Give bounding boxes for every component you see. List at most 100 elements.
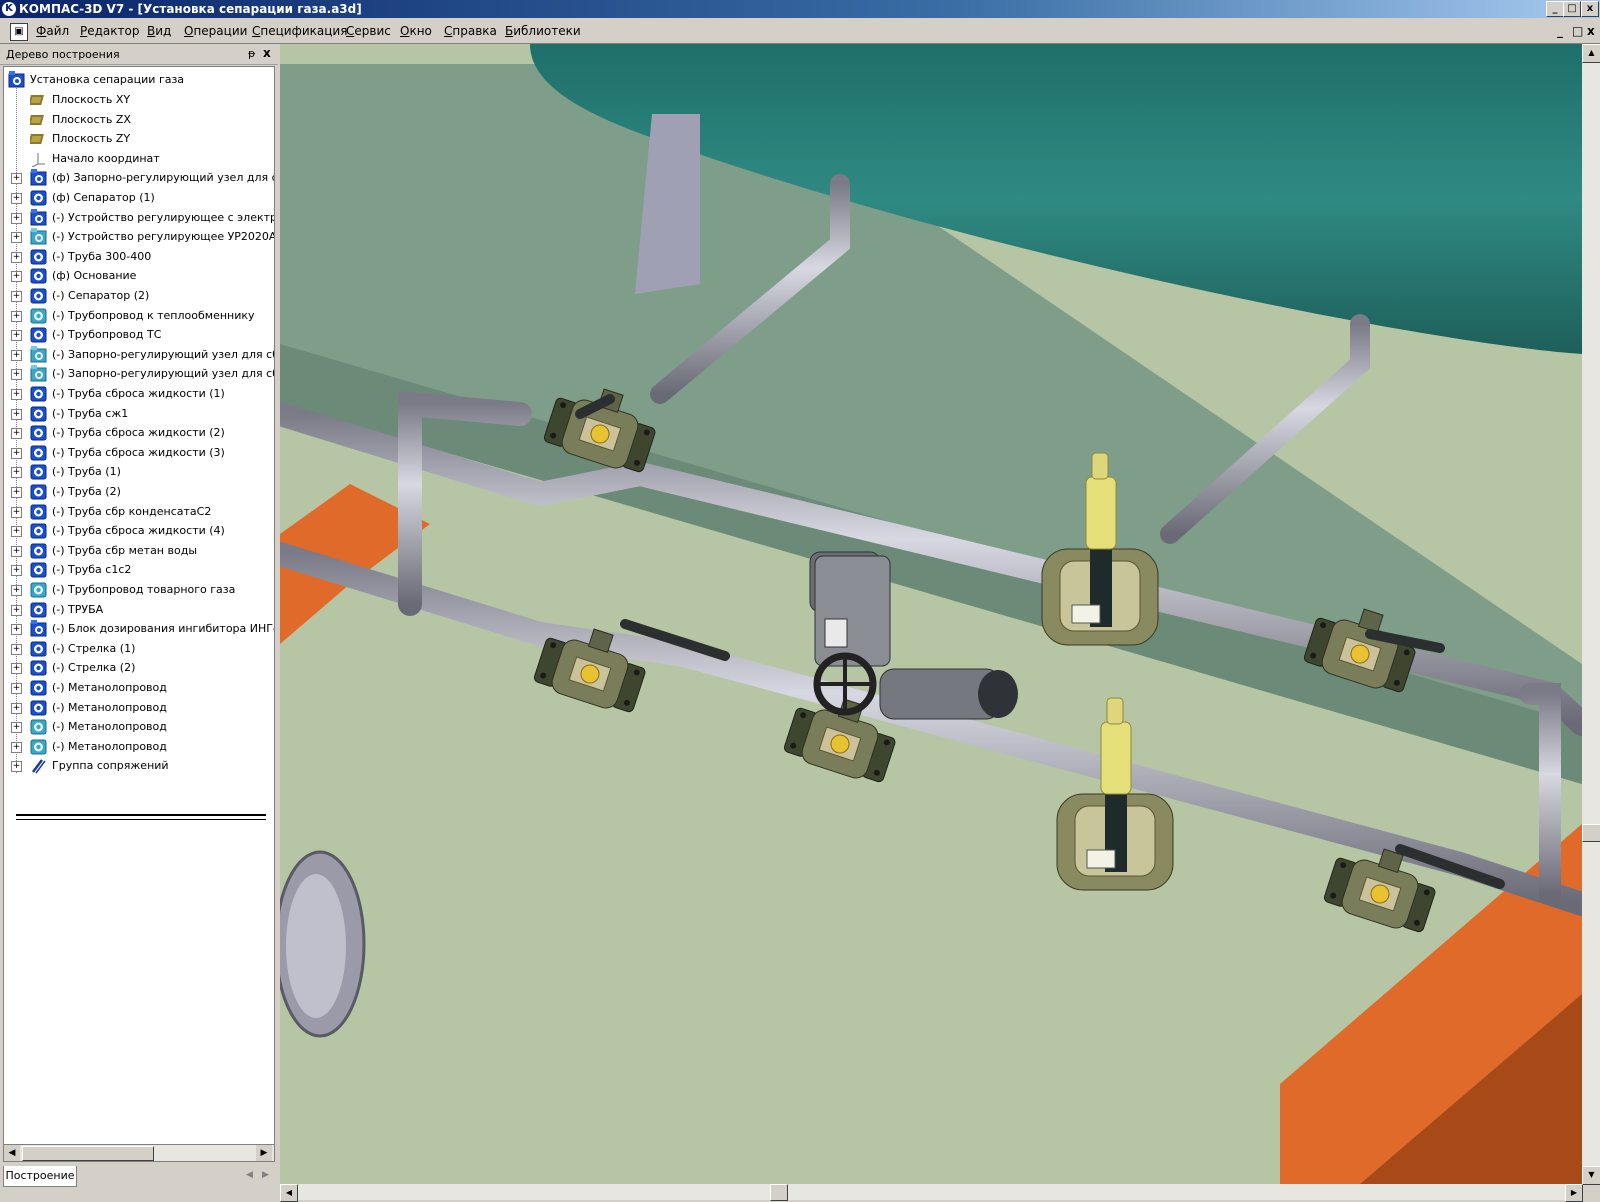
3d-viewport[interactable] (280, 44, 1582, 1184)
expand-plus-icon[interactable]: + (11, 408, 22, 420)
expand-plus-icon[interactable]: + (11, 310, 22, 322)
pin-icon[interactable]: ᵽ (248, 47, 255, 60)
menu-help[interactable]: Справка (444, 24, 497, 38)
tree-item[interactable]: + (-) Стрелка (2) (4, 659, 274, 677)
tree-item[interactable]: + (-) Труба сбр конденсатаС2 (4, 503, 274, 521)
tree-item[interactable]: + (-) Труба с1с2 (4, 561, 274, 579)
viewport-scroll-right-icon[interactable]: ▶ (1565, 1184, 1583, 1202)
tree-item[interactable]: + (-) Сепаратор (2) (4, 287, 274, 305)
tree-item[interactable]: + (-) Труба сброса жидкости (1) (4, 385, 274, 403)
expand-plus-icon[interactable]: + (11, 604, 22, 616)
tree-item[interactable]: + (-) Труба сбр метан воды (4, 542, 274, 560)
tree-item[interactable]: + (-) Устройство регулирующее УР2020А ЭП (4, 228, 274, 246)
tree-item[interactable]: + (-) Трубопровод ТС (4, 326, 274, 344)
viewport-scroll-left-icon[interactable]: ◀ (280, 1184, 298, 1202)
tree-item[interactable]: Плоскость ZY (4, 130, 274, 148)
menu-libraries[interactable]: Библиотеки (505, 24, 581, 38)
tab-next-icon[interactable]: ▶ (262, 1170, 269, 1180)
expand-plus-icon[interactable]: + (11, 428, 22, 440)
expand-plus-icon[interactable]: + (11, 349, 22, 361)
expand-plus-icon[interactable]: + (11, 663, 22, 675)
expand-plus-icon[interactable]: + (11, 624, 22, 636)
tree-item[interactable]: + (-) Стрелка (1) (4, 640, 274, 658)
viewport-vertical-scrollbar[interactable]: ▲ ▼ (1582, 44, 1600, 1185)
expand-plus-icon[interactable]: + (11, 506, 22, 518)
tree-item[interactable]: + (ф) Основание (4, 267, 274, 285)
close-button[interactable]: x (1581, 1, 1599, 17)
menu-operations[interactable]: Операции (184, 24, 247, 38)
tree-item[interactable]: + (-) Труба сж1 (4, 405, 274, 423)
scroll-right-arrow-icon[interactable]: ▶ (256, 1145, 272, 1161)
minimize-button[interactable]: _ (1546, 1, 1564, 17)
tree-horizontal-scrollbar[interactable]: ◀ ▶ (3, 1144, 275, 1162)
expand-plus-icon[interactable]: + (11, 193, 22, 204)
expand-plus-icon[interactable]: + (11, 271, 22, 283)
tab-build[interactable]: Построение (3, 1166, 77, 1187)
tree-item[interactable]: + (ф) Запорно-регулирующий узел для сброс… (4, 169, 274, 187)
expand-plus-icon[interactable]: + (11, 702, 22, 714)
expand-plus-icon[interactable]: + (11, 741, 22, 753)
scroll-up-arrow-icon[interactable]: ▲ (1582, 44, 1600, 63)
expand-plus-icon[interactable]: + (11, 487, 22, 498)
menu-view[interactable]: Вид (147, 24, 171, 38)
menu-file[interactable]: Файл (36, 24, 69, 38)
tab-prev-icon[interactable]: ◀ (246, 1170, 253, 1180)
expand-plus-icon[interactable]: + (11, 251, 22, 263)
menu-specification[interactable]: Спецификация (252, 24, 347, 38)
expand-plus-icon[interactable]: + (11, 585, 22, 596)
expand-plus-icon[interactable]: + (11, 467, 22, 479)
maximize-button[interactable]: □ (1563, 1, 1581, 17)
viewport-vscroll-thumb[interactable] (1582, 824, 1600, 842)
expand-plus-icon[interactable]: + (11, 565, 22, 577)
tree-item[interactable]: + (-) Труба 300-400 (4, 248, 274, 266)
expand-plus-icon[interactable]: + (11, 173, 22, 185)
tree-item[interactable]: + (-) Труба (1) (4, 463, 274, 481)
scroll-left-arrow-icon[interactable]: ◀ (4, 1145, 20, 1161)
tree-item[interactable]: + (-) Запорно-регулирующий узел для сброс… (4, 365, 274, 383)
doc-minimize-button[interactable]: _ (1557, 24, 1563, 38)
model-scene[interactable] (280, 44, 1582, 1184)
tree-item[interactable]: + (-) Трубопровод товарного газа (4, 581, 274, 599)
viewport-horizontal-scrollbar[interactable]: ◀ ▶ (280, 1184, 1583, 1202)
expand-plus-icon[interactable]: + (11, 545, 22, 557)
viewport-hscroll-thumb[interactable] (770, 1184, 788, 1201)
expand-plus-icon[interactable]: + (11, 330, 22, 342)
tree-item[interactable]: + (-) Метанолопровод (4, 718, 274, 736)
scroll-down-arrow-icon[interactable]: ▼ (1582, 1166, 1600, 1185)
expand-plus-icon[interactable]: + (11, 643, 22, 655)
document-icon[interactable]: ▣ (10, 23, 28, 41)
expand-plus-icon[interactable]: + (11, 761, 22, 773)
tree-item[interactable]: + (-) Трубопровод к теплообменнику (4, 307, 274, 325)
kompas-app-icon[interactable]: K (2, 2, 16, 16)
expand-plus-icon[interactable]: + (11, 526, 22, 538)
menu-service[interactable]: Сервис (346, 24, 391, 38)
tree-item[interactable]: + (ф) Сепаратор (1) (4, 189, 274, 207)
expand-plus-icon[interactable]: + (11, 683, 22, 694)
tree-item[interactable]: Плоскость XY (4, 91, 274, 109)
tree-item[interactable]: + (-) Метанолопровод (4, 738, 274, 756)
tree-item[interactable]: Начало координат (4, 150, 274, 168)
tree-scroll-thumb[interactable] (22, 1146, 154, 1161)
tree-item[interactable]: + (-) Метанолопровод (4, 699, 274, 717)
expand-plus-icon[interactable]: + (11, 232, 22, 244)
menu-editor[interactable]: Редактор (80, 24, 139, 38)
tree-item[interactable]: + (-) Труба сброса жидкости (4) (4, 522, 274, 540)
expand-plus-icon[interactable]: + (11, 369, 22, 381)
expand-plus-icon[interactable]: + (11, 722, 22, 734)
tree-root[interactable]: Установка сепарации газа (4, 71, 274, 89)
expand-plus-icon[interactable]: + (11, 212, 22, 224)
panel-close-icon[interactable]: x (263, 46, 271, 60)
expand-plus-icon[interactable]: + (11, 389, 22, 400)
menu-window[interactable]: Окно (400, 24, 432, 38)
doc-restore-button[interactable]: □ (1572, 24, 1583, 38)
build-tree[interactable]: Установка сепарации газа Плоскость XY Пло… (3, 66, 275, 1148)
tree-item[interactable]: + (-) Труба (2) (4, 483, 274, 501)
doc-close-button[interactable]: x (1587, 24, 1595, 38)
tree-item[interactable]: + (-) ТРУБА (4, 601, 274, 619)
expand-plus-icon[interactable]: + (11, 291, 22, 302)
tree-item[interactable]: + (-) Метанолопровод (4, 679, 274, 697)
tree-item[interactable]: Плоскость ZX (4, 111, 274, 129)
tree-item[interactable]: + (-) Запорно-регулирующий узел для сброс… (4, 345, 274, 364)
expand-plus-icon[interactable]: + (11, 447, 22, 459)
tree-item[interactable]: + (-) Устройство регулирующее с электриче… (4, 208, 274, 227)
